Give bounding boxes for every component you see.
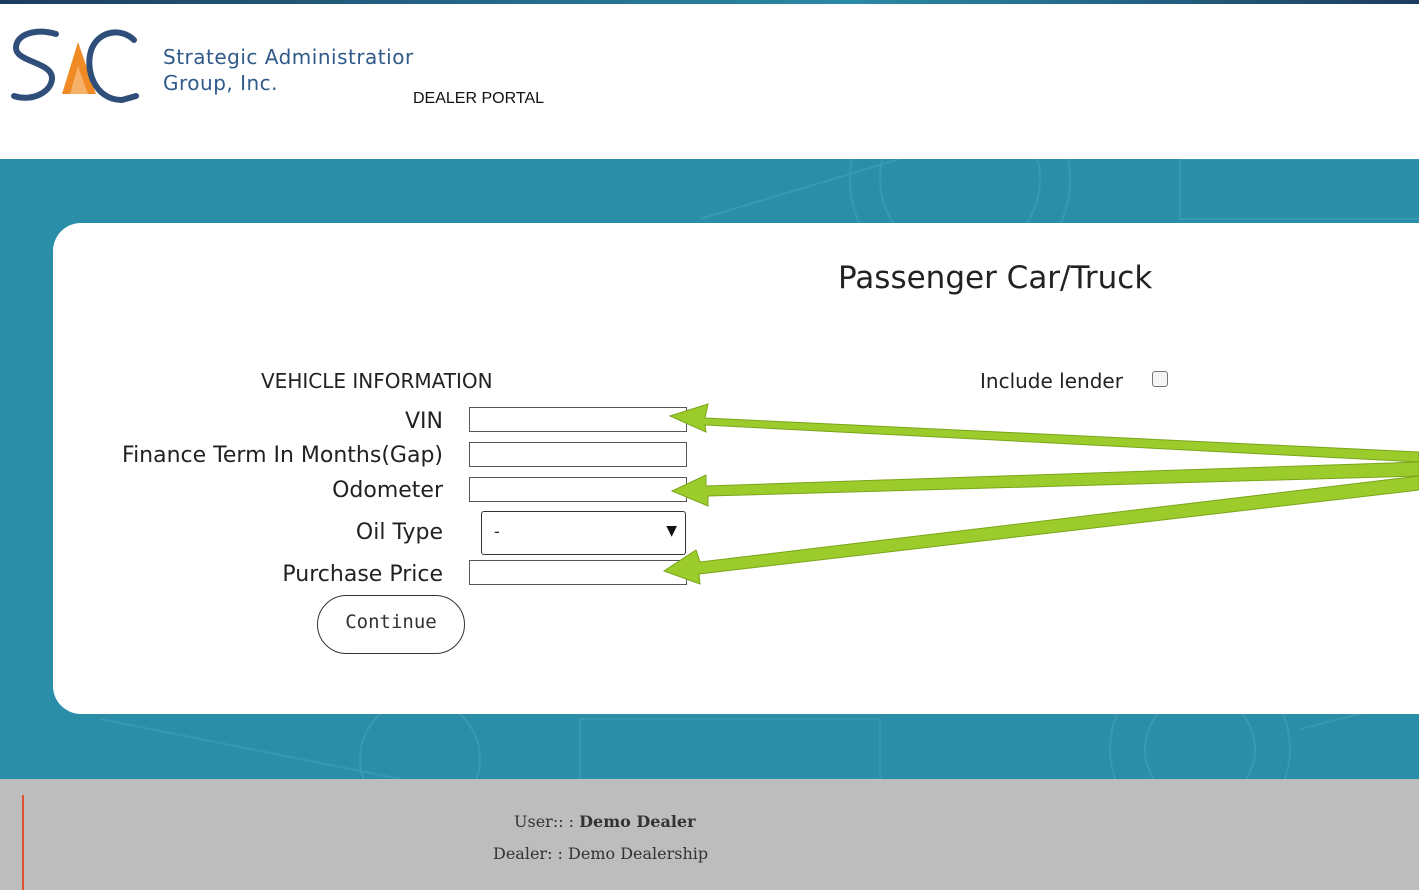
page-title: Passenger Car/Truck [838, 260, 1153, 296]
footer-user-value: Demo Dealer [579, 812, 696, 831]
oil-type-label: Oil Type [355, 520, 443, 545]
hero-section [0, 159, 1419, 779]
finance-term-input[interactable] [469, 442, 687, 467]
include-lender-label: Include lender [980, 369, 1123, 393]
oil-type-selected-value: - [494, 522, 500, 541]
continue-button-label: Continue [345, 611, 437, 633]
continue-button[interactable]: Continue [317, 595, 465, 654]
oil-type-select[interactable]: - ▼ [481, 511, 686, 555]
footer-dealer-label: Dealer: : [493, 844, 563, 863]
section-heading: VEHICLE INFORMATION [261, 369, 493, 393]
footer-dealer-value: Demo Dealership [568, 844, 709, 863]
form-card [53, 223, 1419, 714]
purchase-price-label: Purchase Price [282, 562, 443, 587]
company-name-line1: Strategic Administratior [163, 45, 414, 69]
site-header: Strategic Administratior Group, Inc. DEA… [0, 4, 1419, 159]
portal-label: DEALER PORTAL [413, 90, 545, 107]
vin-input[interactable] [469, 407, 687, 432]
footer-accent-bar [22, 795, 24, 890]
footer-user-line: User:: : Demo Dealer [514, 812, 696, 831]
company-name-line2: Group, Inc. [163, 71, 279, 95]
odometer-label: Odometer [332, 478, 443, 503]
vin-label: VIN [405, 409, 443, 434]
purchase-price-input[interactable] [469, 560, 687, 585]
sag-logo-icon[interactable] [10, 26, 140, 108]
site-footer [0, 779, 1419, 890]
odometer-input[interactable] [469, 477, 687, 502]
company-name: Strategic Administratior Group, Inc. [163, 44, 414, 96]
footer-dealer-line: Dealer: : Demo Dealership [493, 844, 708, 863]
include-lender-checkbox[interactable] [1152, 371, 1168, 387]
finance-term-label: Finance Term In Months(Gap) [122, 443, 443, 468]
dropdown-arrow-icon: ▼ [666, 523, 677, 539]
footer-user-label: User:: : [514, 812, 575, 831]
